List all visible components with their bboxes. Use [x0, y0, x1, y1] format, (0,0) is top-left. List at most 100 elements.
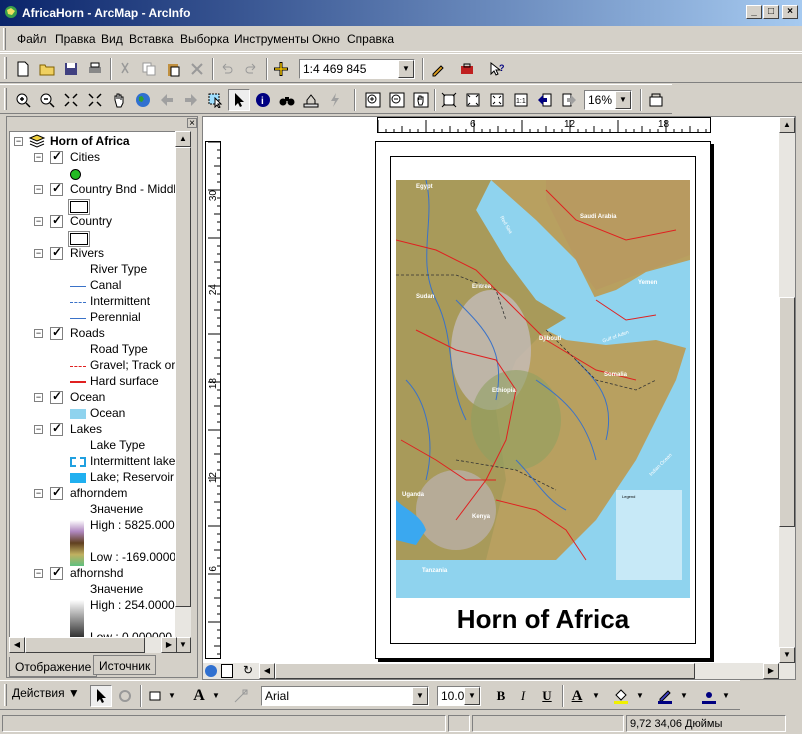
layer-visibility-checkbox[interactable] [50, 485, 63, 500]
chevron-down-icon[interactable]: ▼ [464, 687, 480, 705]
toolbar-grip[interactable] [4, 57, 7, 79]
collapse-icon[interactable]: − [34, 569, 43, 578]
layer-visibility-checkbox[interactable] [50, 181, 63, 196]
page-forward-button[interactable] [558, 89, 580, 111]
print-button[interactable] [84, 58, 106, 80]
forward-extent-button[interactable] [180, 89, 202, 111]
full-extent-button[interactable] [132, 89, 154, 111]
collapse-icon[interactable]: − [34, 425, 43, 434]
scroll-left-icon[interactable]: ◀ [9, 637, 25, 653]
layer-row-country-bnd-middle-e[interactable]: − Country Bnd - Middle E [34, 181, 180, 198]
collapse-icon[interactable]: − [14, 137, 23, 146]
toc-vertical-scrollbar[interactable]: ▲ ▼ [175, 131, 191, 653]
save-button[interactable] [60, 58, 82, 80]
chevron-down-icon[interactable]: ▼ [412, 687, 428, 705]
undo-button[interactable] [216, 58, 238, 80]
layout-zoom-in-button[interactable] [362, 89, 384, 111]
layer-row-lakes[interactable]: − Lakes [34, 421, 180, 438]
layout-zoom-out-button[interactable] [386, 89, 408, 111]
pan-button[interactable] [108, 89, 130, 111]
zoom-in-button[interactable] [12, 89, 34, 111]
menu-edit[interactable]: Правка [55, 32, 96, 46]
collapse-icon[interactable]: − [34, 217, 43, 226]
collapse-icon[interactable]: − [34, 329, 43, 338]
scroll-up-icon[interactable]: ▲ [779, 117, 795, 133]
underline-button[interactable]: U [536, 685, 558, 707]
menu-view[interactable]: Вид [101, 32, 123, 46]
select-elements-button[interactable] [90, 685, 112, 707]
italic-button[interactable]: I [512, 685, 534, 707]
layer-row-afhornshd[interactable]: − afhornshd [34, 565, 180, 582]
scroll-down-icon[interactable]: ▼ [779, 647, 795, 663]
new-rectangle-button[interactable] [144, 685, 166, 707]
zoom-percent-combo[interactable]: 16% ▼ [584, 90, 632, 110]
h-scroll-thumb[interactable] [275, 663, 695, 679]
paste-button[interactable] [162, 58, 184, 80]
close-button[interactable]: × [782, 5, 798, 19]
chevron-down-icon[interactable]: ▼ [168, 691, 176, 700]
chevron-down-icon[interactable]: ▼ [636, 691, 644, 700]
copy-button[interactable] [138, 58, 160, 80]
scroll-right-icon[interactable]: ▶ [763, 663, 779, 679]
layer-row-ocean[interactable]: − Ocean [34, 389, 180, 406]
zoom-100-button[interactable]: 1:1 [510, 89, 532, 111]
whats-this-button[interactable]: ? [486, 58, 508, 80]
fill-color-button[interactable] [610, 685, 632, 707]
font-combo[interactable]: Arial ▼ [261, 686, 429, 706]
maximize-button[interactable]: □ [763, 5, 779, 19]
layer-visibility-checkbox[interactable] [50, 213, 63, 228]
menu-grip[interactable] [3, 28, 6, 50]
zoom-whole-page-button[interactable] [438, 89, 460, 111]
zoom-out-button[interactable] [36, 89, 58, 111]
change-layout-button[interactable] [645, 89, 667, 111]
line-color-button[interactable] [654, 685, 676, 707]
layer-visibility-checkbox[interactable] [50, 389, 63, 404]
layer-visibility-checkbox[interactable] [50, 149, 63, 164]
layer-row-country[interactable]: − Country [34, 213, 180, 230]
layout-view[interactable]: 6 12 18 30 24 18 12 6 Egypt Saudi Arabia… [202, 116, 796, 680]
refresh-icon[interactable]: ↻ [243, 663, 253, 677]
layer-row-rivers[interactable]: − Rivers [34, 245, 180, 262]
bold-button[interactable]: B [490, 685, 512, 707]
toolbar-grip[interactable] [4, 88, 7, 110]
select-features-button[interactable] [204, 89, 226, 111]
collapse-icon[interactable]: − [34, 489, 43, 498]
layout-vertical-scrollbar[interactable]: ▲ ▼ [779, 117, 795, 663]
drawing-actions-menu[interactable]: Действия ▼ [12, 686, 80, 700]
find-button[interactable] [276, 89, 298, 111]
marker-color-button[interactable] [698, 685, 720, 707]
menu-tools[interactable]: Инструменты [234, 32, 309, 46]
map-frame[interactable] [396, 180, 690, 598]
chevron-down-icon[interactable]: ▼ [212, 691, 220, 700]
scroll-right-icon[interactable]: ▶ [161, 637, 177, 653]
data-view-icon[interactable] [205, 665, 217, 677]
editor-toolbar-button[interactable] [427, 58, 449, 80]
menu-help[interactable]: Справка [347, 32, 394, 46]
redo-button[interactable] [240, 58, 262, 80]
layer-visibility-checkbox[interactable] [50, 421, 63, 436]
collapse-icon[interactable]: − [34, 393, 43, 402]
layout-horizontal-scrollbar[interactable]: ↻ ◀ ▶ [203, 663, 795, 679]
rotate-button[interactable] [114, 685, 136, 707]
delete-button[interactable] [186, 58, 208, 80]
layer-row-afhorndem[interactable]: − afhorndem [34, 485, 180, 502]
fixed-zoom-in-button[interactable] [60, 89, 82, 111]
collapse-icon[interactable]: − [34, 185, 43, 194]
layer-visibility-checkbox[interactable] [50, 565, 63, 580]
hyperlink-button[interactable] [324, 89, 346, 111]
menu-file[interactable]: Файл [17, 32, 47, 46]
new-document-button[interactable] [12, 58, 34, 80]
map-title[interactable]: Horn of Africa [392, 604, 694, 635]
layout-view-icon[interactable] [221, 664, 233, 678]
close-toc-icon[interactable]: × [187, 118, 197, 129]
chevron-down-icon[interactable]: ▼ [398, 60, 414, 78]
layout-page[interactable]: Egypt Saudi Arabia Sudan Eritrea Yemen D… [375, 141, 711, 659]
menu-selection[interactable]: Выборка [180, 32, 229, 46]
identify-button[interactable]: i [252, 89, 274, 111]
menu-insert[interactable]: Вставка [129, 32, 174, 46]
chevron-down-icon[interactable]: ▼ [615, 91, 631, 109]
layout-pan-button[interactable] [410, 89, 432, 111]
tab-display[interactable]: Отображение [9, 657, 98, 677]
scroll-thumb[interactable] [175, 147, 191, 607]
zoom-page-in-fixed-button[interactable] [462, 89, 484, 111]
